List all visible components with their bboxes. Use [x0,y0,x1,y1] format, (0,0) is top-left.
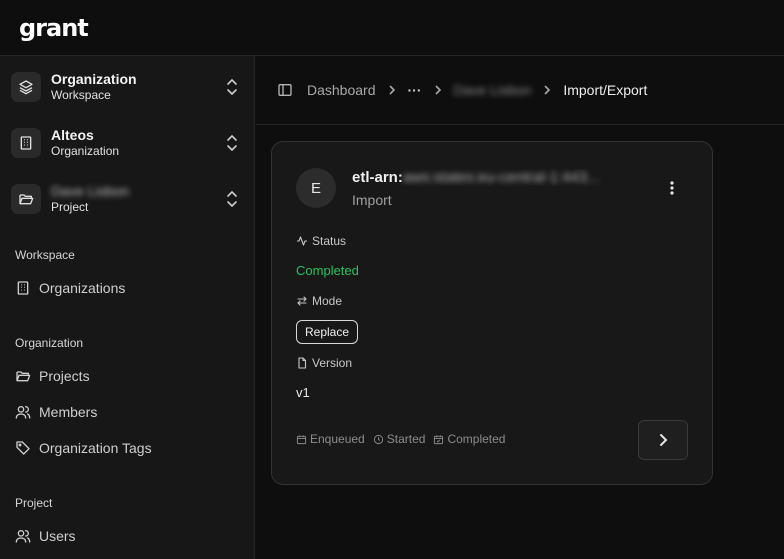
timeline-enqueued: Enqueued [296,432,365,446]
avatar: E [296,168,336,208]
status-badge: Completed [296,263,359,278]
breadcrumb: Dashboard ··· Dave Lisbon Import/Export [277,81,647,99]
switcher-title: Dave Lisbon [51,183,129,199]
users-icon [15,530,31,543]
chevrons-up-down-icon [225,78,239,101]
status-label: Status [296,234,346,248]
file-icon [298,357,307,369]
workspace-switcher[interactable]: Organization Workspace [11,65,244,109]
version-label: Version [296,356,352,370]
job-title-prefix: etl-arn: [352,169,403,186]
clock-icon [373,434,383,444]
activity-icon [297,236,307,246]
calendar-check-icon [434,434,444,444]
job-title: etl-arn:aws:states:eu-central-1:443... [352,169,647,186]
sidebar-item-label: Organization Tags [39,440,152,456]
sidebar-item-label: Users [39,528,76,544]
sidebar-toggle-icon[interactable] [277,82,293,98]
chevron-right-icon [434,84,442,96]
sidebar-item-members[interactable]: Members [15,398,240,426]
timeline-started-label: Started [386,432,426,446]
timeline-enqueued-label: Enqueued [310,432,365,446]
timeline-completed-label: Completed [447,432,506,446]
status-label-text: Status [312,234,347,248]
folder-open-icon [11,184,41,214]
sidebar-item-label: Members [39,404,98,420]
sidebar-item-organizations[interactable]: Organizations [15,274,240,302]
sidebar-item-label: Projects [39,368,90,384]
sidebar-item-label: Organizations [39,280,126,296]
job-type: Import [352,192,392,208]
tag-icon [16,441,30,455]
sidebar-item-users[interactable]: Users [15,522,240,550]
chevron-right-icon [660,434,668,446]
layers-icon [11,72,41,102]
timeline: Enqueued Started Completed [296,432,513,446]
chevrons-up-down-icon [225,134,239,157]
main-content: Dashboard ··· Dave Lisbon Import/Export … [256,56,784,559]
calendar-icon [296,434,307,444]
section-label-workspace: Workspace [15,248,75,262]
building-icon [11,128,41,158]
breadcrumb-bar: Dashboard ··· Dave Lisbon Import/Export [256,56,784,125]
chevron-right-icon [388,84,396,96]
sidebar-item-organization-tags[interactable]: Organization Tags [15,434,240,462]
sidebar: Organization Workspace Alteos Organizati… [0,56,255,559]
chevrons-up-down-icon [225,190,239,213]
timeline-started: Started [373,432,426,446]
breadcrumb-current: Import/Export [563,82,648,98]
chevron-right-icon [543,84,551,96]
mode-label-text: Mode [312,294,343,308]
top-bar: grant [0,0,784,56]
job-title-rest: aws:states:eu-central-1:443... [402,169,600,186]
organization-switcher[interactable]: Alteos Organization [11,121,244,165]
section-label-organization: Organization [15,336,84,350]
breadcrumb-dashboard[interactable]: Dashboard [307,82,376,98]
switcher-title: Organization [51,71,137,87]
timeline-completed: Completed [433,432,505,446]
switcher-subtitle: Project [51,200,89,214]
users-icon [15,406,31,419]
breadcrumb-ellipsis[interactable]: ··· [408,82,422,98]
switcher-subtitle: Organization [51,144,120,158]
project-switcher[interactable]: Dave Lisbon Project [11,177,244,221]
more-vertical-icon[interactable] [662,178,682,198]
sidebar-item-projects[interactable]: Projects [15,362,240,390]
arrows-left-right-icon [297,296,307,306]
app-logo[interactable]: grant [19,14,89,42]
version-value: v1 [296,385,310,400]
switcher-subtitle: Workspace [51,88,111,102]
building-icon [17,281,29,295]
open-details-button[interactable] [638,420,688,460]
mode-label: Mode [296,294,342,308]
breadcrumb-project[interactable]: Dave Lisbon [454,82,532,98]
switcher-title: Alteos [51,127,94,143]
version-label-text: Version [312,356,353,370]
mode-badge: Replace [296,320,359,344]
section-label-project: Project [15,496,53,510]
folder-open-icon [16,371,31,382]
import-export-card: E etl-arn:aws:states:eu-central-1:443...… [271,141,713,485]
